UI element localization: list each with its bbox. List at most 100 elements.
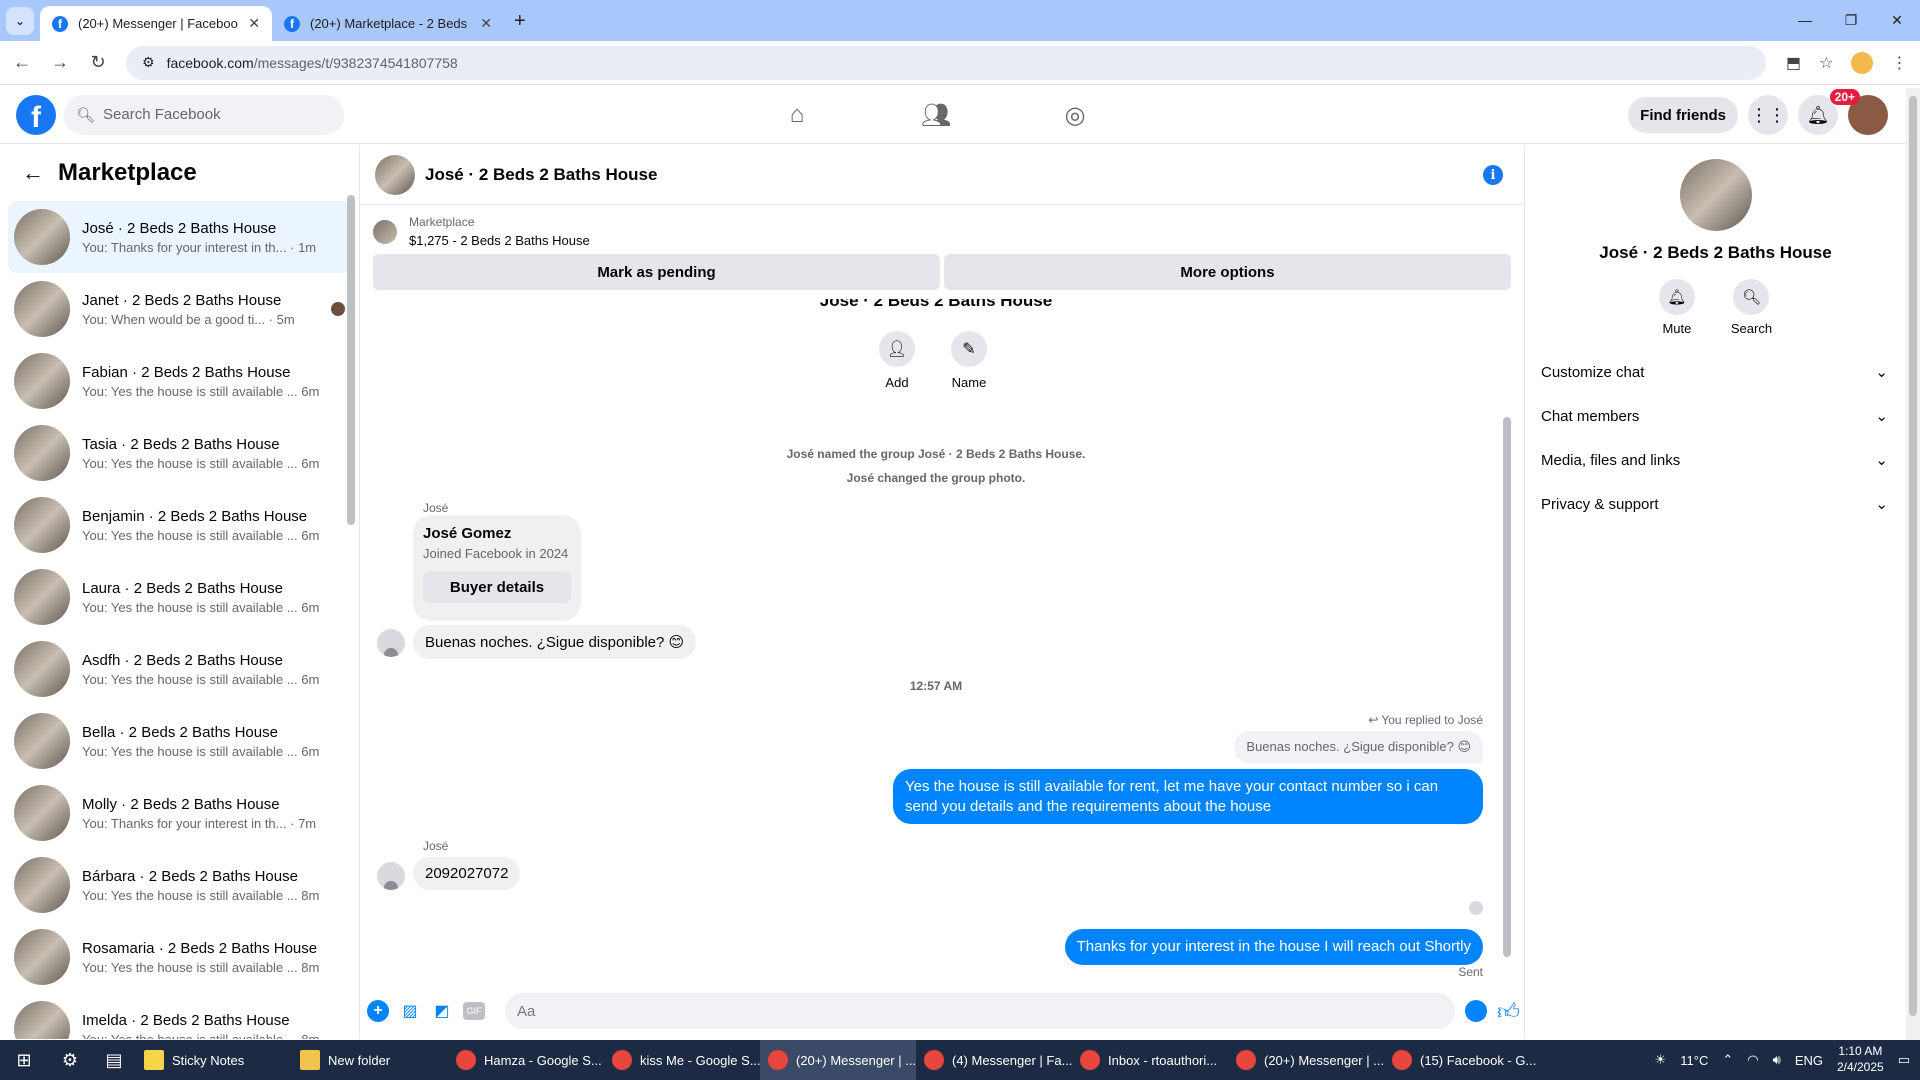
weather-icon[interactable]: ☀ — [1655, 1052, 1667, 1068]
listing-thumbnail[interactable] — [373, 219, 397, 244]
notifications-bell-icon[interactable]: 🔔︎ 20+ — [1798, 89, 1860, 135]
site-info-icon[interactable]: ⚙ — [142, 54, 155, 71]
sticker-icon[interactable]: ◩ — [431, 1000, 453, 1022]
taskbar-app[interactable]: (15) Facebook - G... — [1384, 1040, 1540, 1080]
info-section[interactable]: Privacy & support ⌄ — [1525, 482, 1906, 526]
volume-icon[interactable]: 🔊︎ — [1773, 1052, 1781, 1068]
sidebar-scrollbar[interactable] — [347, 195, 355, 525]
taskbar-app[interactable]: (4) Messenger | Fa... — [916, 1040, 1072, 1080]
conversation-time: 6m — [301, 671, 320, 687]
taskbar-app[interactable]: New folder — [292, 1040, 448, 1080]
groups-icon[interactable]: ◎ — [1053, 101, 1097, 130]
info-icon[interactable]: i — [1483, 165, 1503, 185]
notification-center-icon[interactable]: ▭ — [1898, 1052, 1910, 1068]
home-icon[interactable]: ⌂ — [775, 101, 819, 129]
sent-status: Sent — [1458, 965, 1483, 979]
mute-button[interactable]: 🔔︎ Mute — [1658, 279, 1695, 336]
listing-title[interactable]: $1,275 - 2 Beds 2 Baths House — [409, 233, 590, 248]
friends-icon[interactable]: 👥︎ — [914, 101, 958, 130]
conversation-item[interactable]: Fabian · 2 Beds 2 Baths House You: Yes th… — [8, 345, 351, 417]
search-facebook-input[interactable]: 🔍︎ Search Facebook — [64, 94, 344, 135]
facebook-logo-icon[interactable]: f — [16, 94, 56, 135]
thumbs-up-icon[interactable]: 👍︎ — [1497, 998, 1520, 1025]
conversation-item[interactable]: Laura · 2 Beds 2 Baths House You: Yes the… — [8, 561, 351, 633]
bookmark-star-icon[interactable]: ☆ — [1819, 53, 1833, 73]
sender-avatar[interactable] — [377, 629, 405, 657]
back-arrow-icon[interactable]: ← — [22, 160, 44, 186]
taskbar-app[interactable]: kiss Me - Google S... — [604, 1040, 760, 1080]
close-tab-icon[interactable]: ✕ — [248, 15, 260, 32]
conversation-item[interactable]: Bárbara · 2 Beds 2 Baths House You: Yes t… — [8, 849, 351, 921]
minimize-icon[interactable]: — — [1782, 0, 1828, 40]
close-window-icon[interactable]: ✕ — [1874, 0, 1920, 40]
restore-icon[interactable]: ❐ — [1828, 0, 1874, 40]
conversation-name: José · 2 Beds 2 Baths House — [1599, 243, 1832, 262]
tab-search-chevron-icon[interactable]: ⌄ — [6, 7, 34, 35]
chat-title[interactable]: José · 2 Beds 2 Baths House — [425, 165, 657, 185]
taskbar-app[interactable]: Hamza - Google S... — [448, 1040, 604, 1080]
info-section[interactable]: Media, files and links ⌄ — [1525, 438, 1906, 482]
find-friends-button[interactable]: Find friends — [1628, 97, 1738, 133]
taskbar-app[interactable]: Inbox - rtoauthori... — [1072, 1040, 1228, 1080]
settings-icon[interactable]: ⚙ — [48, 1040, 92, 1080]
message-input[interactable] — [505, 993, 1455, 1029]
clock[interactable]: 1:10 AM 2/4/2025 — [1837, 1044, 1884, 1075]
incoming-message[interactable]: Buenas noches. ¿Sigue disponible? 😊 — [413, 625, 697, 659]
add-people-button[interactable]: 👤︎ Add — [879, 331, 915, 390]
taskbar-app-label: (15) Facebook - G... — [1420, 1052, 1537, 1068]
weather-temp[interactable]: 11°C — [1680, 1053, 1708, 1068]
back-icon[interactable]: ← — [6, 47, 38, 79]
forward-icon[interactable]: → — [44, 47, 76, 79]
more-options-button[interactable]: More options — [944, 254, 1511, 290]
conversation-item[interactable]: Asdfh · 2 Beds 2 Baths House You: Yes the… — [8, 633, 351, 705]
conversation-avatar[interactable] — [1679, 159, 1752, 231]
search-conversation-button[interactable]: 🔍︎ Search — [1731, 279, 1772, 336]
show-hidden-icons-icon[interactable]: ⌃ — [1722, 1052, 1733, 1068]
conversation-item[interactable]: Bella · 2 Beds 2 Baths House You: Yes the… — [8, 705, 351, 777]
conversation-item[interactable]: Imelda · 2 Beds 2 Baths House You: Yes th… — [8, 993, 351, 1039]
windows-start-icon[interactable]: ⊞ — [0, 1040, 48, 1080]
conversation-item[interactable]: Tasia · 2 Beds 2 Baths House You: Yes the… — [8, 417, 351, 489]
outgoing-message[interactable]: Thanks for your interest in the house I … — [1064, 929, 1483, 965]
menu-grid-icon[interactable]: ⋮⋮ — [1748, 95, 1788, 135]
conversation-item[interactable]: Janet · 2 Beds 2 Baths House You: When wo… — [8, 273, 351, 345]
buyer-details-button[interactable]: Buyer details — [423, 571, 571, 603]
page-scrollbar[interactable] — [1906, 88, 1920, 1040]
reload-icon[interactable]: ↻ — [82, 47, 114, 79]
conversation-item[interactable]: Rosamaria · 2 Beds 2 Baths House You: Yes… — [8, 921, 351, 993]
install-app-icon[interactable]: ⬒ — [1786, 53, 1801, 73]
info-section[interactable]: Customize chat ⌄ — [1525, 350, 1906, 394]
url-field[interactable]: ⚙ facebook.com/messages/t/93823745418077… — [126, 45, 1766, 80]
tab-marketplace[interactable]: f (20+) Marketplace - 2 Beds 2 B ✕ — [272, 6, 504, 41]
plus-icon[interactable]: + — [367, 1000, 389, 1022]
quoted-message[interactable]: Buenas noches. ¿Sigue disponible? 😊 — [1234, 731, 1483, 763]
new-tab-icon[interactable]: + — [514, 10, 526, 33]
tab-messenger[interactable]: f (20+) Messenger | Facebook ✕ — [40, 6, 272, 41]
taskbar-app[interactable]: (20+) Messenger | ... — [1228, 1040, 1384, 1080]
language-indicator[interactable]: ENG — [1795, 1053, 1823, 1068]
photo-icon[interactable]: ▨ — [399, 1000, 421, 1022]
gif-icon[interactable]: GIF — [463, 1002, 485, 1020]
sender-avatar[interactable] — [377, 862, 405, 890]
message-composer: + ▨ ◩ GIF 👍︎ — [361, 989, 1523, 1033]
conversation-time: · 7m — [290, 815, 317, 831]
close-tab-icon[interactable]: ✕ — [480, 15, 492, 32]
conversation-item[interactable]: José · 2 Beds 2 Baths House You: Thanks f… — [8, 201, 351, 273]
wifi-icon[interactable]: ◠ — [1747, 1052, 1758, 1068]
outgoing-message[interactable]: Yes the house is still available for ren… — [893, 769, 1483, 824]
browser-menu-icon[interactable]: ⋮ — [1891, 53, 1907, 73]
conversation-item[interactable]: Benjamin · 2 Beds 2 Baths House You: Yes … — [8, 489, 351, 561]
emoji-icon[interactable] — [1465, 1000, 1487, 1022]
taskbar-app[interactable]: Sticky Notes — [136, 1040, 292, 1080]
chat-scrollbar[interactable] — [1503, 417, 1511, 957]
chat-avatar[interactable] — [375, 154, 415, 195]
notepad-icon[interactable]: ▤ — [92, 1040, 136, 1080]
info-section[interactable]: Chat members ⌄ — [1525, 394, 1906, 438]
incoming-message[interactable]: 2092027072 — [413, 857, 521, 890]
conversation-name: Asdfh · 2 Beds 2 Baths House — [82, 651, 283, 669]
conversation-item[interactable]: Molly · 2 Beds 2 Baths House You: Thanks … — [8, 777, 351, 849]
extension-icon[interactable] — [1851, 51, 1874, 74]
mark-as-pending-button[interactable]: Mark as pending — [373, 254, 940, 290]
name-group-button[interactable]: ✎ Name — [951, 331, 987, 390]
taskbar-app[interactable]: (20+) Messenger | ... — [760, 1040, 916, 1080]
